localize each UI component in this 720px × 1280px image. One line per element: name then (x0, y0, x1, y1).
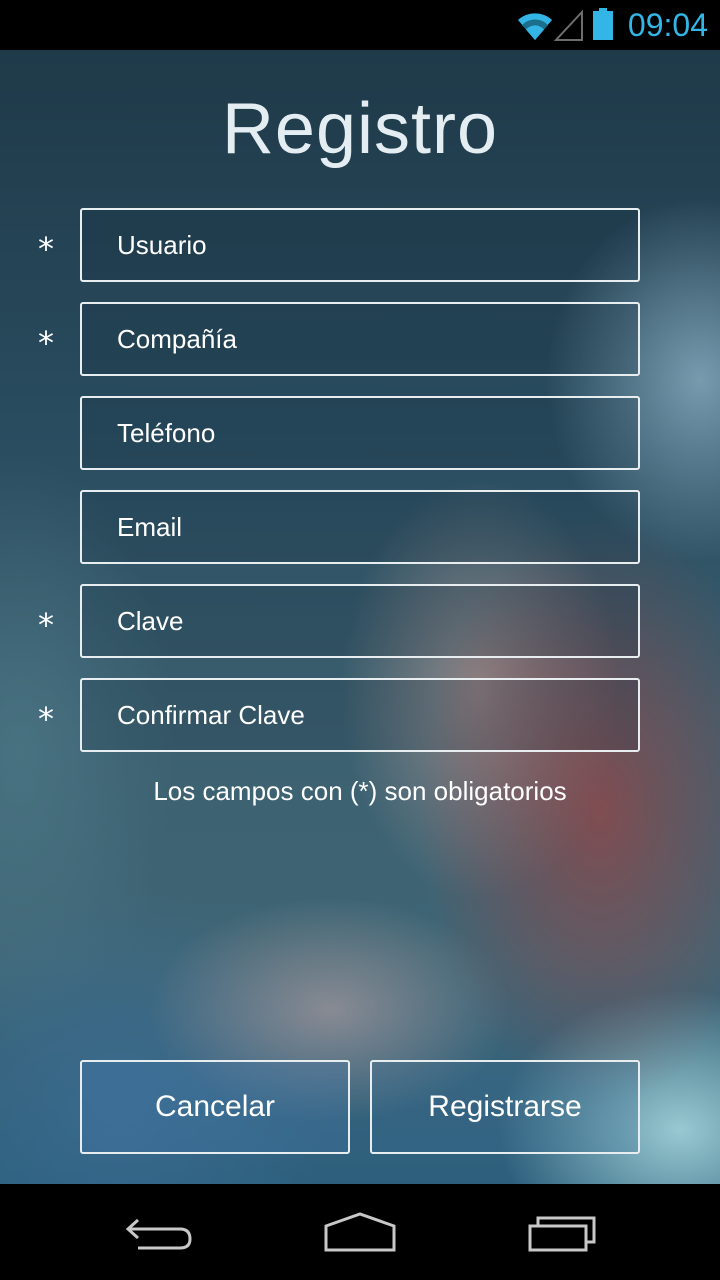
status-bar: 09:04 (0, 0, 720, 50)
required-mark: * (38, 606, 54, 644)
company-input[interactable]: Compañía (80, 302, 640, 376)
phone-input[interactable]: Teléfono (80, 396, 640, 470)
required-fields-hint: Los campos con (*) son obligatorios (153, 776, 567, 806)
page-title: Registro (221, 89, 499, 169)
required-mark: * (38, 324, 54, 362)
home-icon[interactable] (322, 1212, 398, 1258)
password-input[interactable]: Clave (80, 584, 640, 658)
navigation-bar (0, 1184, 720, 1280)
required-mark: * (38, 700, 54, 738)
field-row-clave: * Clave (0, 584, 720, 658)
registration-screen: Registro * Usuario * Compañía Teléfono E… (0, 50, 720, 1184)
username-input[interactable]: Usuario (80, 208, 640, 282)
status-time: 09:04 (627, 7, 708, 43)
required-mark: * (38, 230, 54, 268)
field-row-compania: * Compañía (0, 302, 720, 376)
recents-icon[interactable] (526, 1212, 598, 1256)
signal-icon (553, 8, 584, 46)
field-row-usuario: * Usuario (0, 208, 720, 282)
field-row-confirmar-clave: * Confirmar Clave (0, 678, 720, 752)
wifi-icon (516, 8, 554, 46)
back-icon[interactable] (124, 1212, 196, 1256)
field-row-email: Email (0, 490, 720, 564)
field-row-telefono: Teléfono (0, 396, 720, 470)
confirm-password-input[interactable]: Confirmar Clave (80, 678, 640, 752)
cancel-button[interactable]: Cancelar (80, 1060, 350, 1154)
battery-icon (592, 8, 614, 46)
register-button[interactable]: Registrarse (370, 1060, 640, 1154)
email-input[interactable]: Email (80, 490, 640, 564)
